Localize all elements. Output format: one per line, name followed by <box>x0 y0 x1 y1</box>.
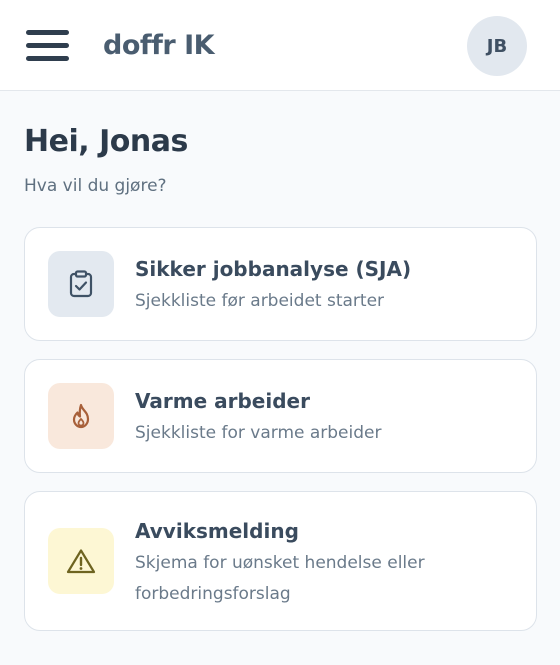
card-description: Sjekkliste for varme arbeider <box>135 423 382 443</box>
flame-icon <box>72 403 90 429</box>
card-title: Sikker jobbanalyse (SJA) <box>135 257 412 281</box>
page-title: Hei, Jonas <box>24 124 188 159</box>
page-subtitle: Hva vil du gjøre? <box>24 176 167 196</box>
card-varme-arbeider[interactable]: Varme arbeider Sjekkliste for varme arbe… <box>24 359 537 473</box>
hamburger-menu-icon[interactable] <box>26 30 69 61</box>
card-icon-box <box>48 528 114 594</box>
top-app-bar: doffr IK JB <box>0 0 560 91</box>
card-sja[interactable]: Sikker jobbanalyse (SJA) Sjekkliste før … <box>24 227 537 341</box>
card-description: Sjekkliste før arbeidet starter <box>135 291 385 311</box>
warning-triangle-icon <box>66 549 96 574</box>
clipboard-check-icon <box>69 270 93 298</box>
card-icon-box <box>48 251 114 317</box>
card-avviksmelding[interactable]: Avviksmelding Skjema for uønsket hendels… <box>24 491 537 631</box>
card-title: Varme arbeider <box>135 389 310 413</box>
card-icon-box <box>48 383 114 449</box>
brand-name: doffr IK <box>103 30 215 61</box>
card-title: Avviksmelding <box>135 519 299 543</box>
avatar[interactable]: JB <box>467 16 527 76</box>
card-description: Skjema for uønsket hendelse eller forbed… <box>135 553 425 604</box>
